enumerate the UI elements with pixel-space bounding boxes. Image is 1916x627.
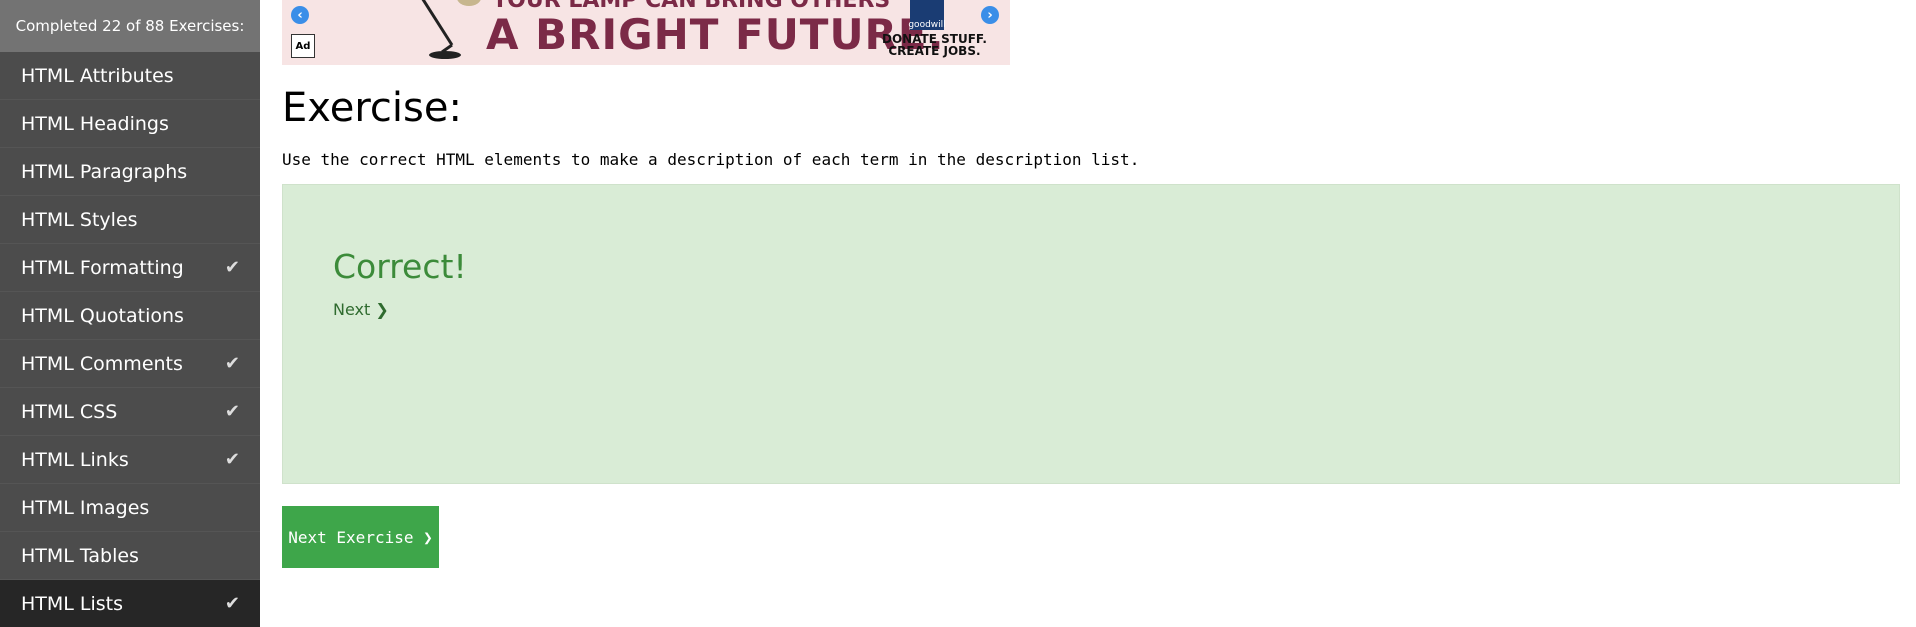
checkmark-icon: ✔ [224,353,240,374]
page-title: Exercise: [282,85,462,131]
sidebar-item-html-links[interactable]: HTML Links ✔ [0,436,260,484]
sidebar-item-label: HTML Images [21,496,150,519]
sidebar-item-label: HTML Paragraphs [21,160,188,183]
checkmark-icon: ✔ [224,401,240,422]
ad-donate-text: DONATE STUFF. CREATE JOBS. [882,33,987,57]
sidebar-item-label: HTML Comments [21,352,183,375]
ad-donate-line: CREATE JOBS. [888,44,981,58]
sidebar-item-label: HTML Quotations [21,304,184,327]
sidebar-item-label: HTML Formatting [21,256,184,279]
sidebar-item-label: HTML Lists [21,592,124,615]
main-content: ‹ YOUR LAMP CAN BRING OTHERS A BRIGHT FU… [282,0,1900,568]
ad-prev-arrow-icon[interactable]: ‹ [291,6,309,24]
sidebar: Completed 22 of 88 Exercises: HTML Attri… [0,0,260,627]
progress-label: Completed 22 of 88 Exercises: [0,0,260,52]
ad-headline-main: A BRIGHT FUTURE. [486,10,945,59]
sidebar-item-label: HTML Styles [21,208,138,231]
checkmark-icon: ✔ [224,257,240,278]
result-title: Correct! [333,247,467,286]
ad-banner[interactable]: ‹ YOUR LAMP CAN BRING OTHERS A BRIGHT FU… [282,0,1010,65]
checkmark-icon: ✔ [224,449,240,470]
sidebar-item-html-styles[interactable]: HTML Styles [0,196,260,244]
ad-next-arrow-icon[interactable]: › [981,6,999,24]
sidebar-item-html-lists[interactable]: HTML Lists ✔ [0,580,260,627]
sidebar-item-html-paragraphs[interactable]: HTML Paragraphs [0,148,260,196]
checkmark-icon: ✔ [224,593,240,614]
sidebar-item-html-comments[interactable]: HTML Comments ✔ [0,340,260,388]
sidebar-item-label: HTML Attributes [21,64,174,87]
next-link[interactable]: Next ❯ [333,300,389,319]
sidebar-item-html-headings[interactable]: HTML Headings [0,100,260,148]
goodwill-logo: goodwill [908,0,946,30]
sidebar-item-label: HTML CSS [21,400,118,423]
sidebar-item-html-attributes[interactable]: HTML Attributes [0,52,260,100]
sidebar-item-html-css[interactable]: HTML CSS ✔ [0,388,260,436]
exercise-instruction: Use the correct HTML elements to make a … [282,150,1140,169]
sidebar-item-label: HTML Tables [21,544,139,567]
sidebar-item-html-formatting[interactable]: HTML Formatting ✔ [0,244,260,292]
sidebar-item-html-images[interactable]: HTML Images [0,484,260,532]
sidebar-item-label: HTML Links [21,448,129,471]
next-exercise-button[interactable]: Next Exercise ❯ [282,506,439,568]
ad-council-logo: Ad [291,34,315,58]
sidebar-item-label: HTML Headings [21,112,169,135]
sidebar-item-html-tables[interactable]: HTML Tables [0,532,260,580]
result-panel: Correct! Next ❯ [282,184,1900,484]
sidebar-item-html-quotations[interactable]: HTML Quotations [0,292,260,340]
